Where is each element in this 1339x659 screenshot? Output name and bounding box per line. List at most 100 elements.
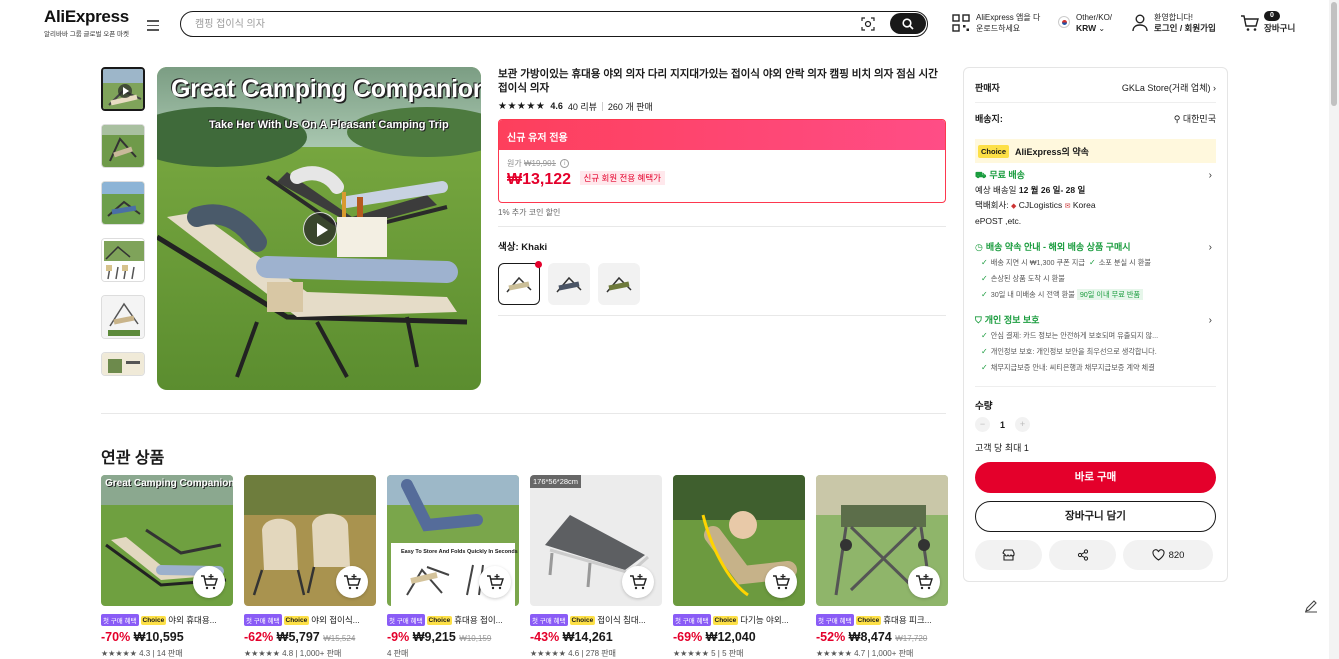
product-card-image[interactable] <box>244 475 376 606</box>
info-icon[interactable]: i <box>560 159 570 169</box>
privacy-2: 개인정보 보호: 개인정보 보안을 최우선으로 생각합니다. <box>990 347 1157 356</box>
choice-badge: Choice <box>978 144 1010 158</box>
thumbnail-video[interactable] <box>101 67 145 111</box>
courier3: ePOST ,etc. <box>975 216 1022 226</box>
store-button[interactable] <box>975 540 1042 570</box>
qr-code-icon <box>952 14 970 32</box>
discount: -70% <box>101 630 131 644</box>
wishlist-count: 820 <box>1168 549 1185 561</box>
user-icon <box>1132 14 1148 32</box>
free-shipping: 무료 배송 <box>989 170 1025 180</box>
thumbnail-5[interactable] <box>101 295 145 339</box>
quantity-label: 수량 <box>975 401 993 412</box>
choice-tag: Choice <box>712 615 739 625</box>
add-to-cart-button[interactable] <box>336 566 368 598</box>
card-stars: ★★★★★ <box>530 649 566 658</box>
quantity-value[interactable]: 1 <box>1000 420 1005 430</box>
buy-now-button[interactable]: 바로 구매 <box>975 462 1216 493</box>
add-to-cart-button[interactable]: 장바구니 담기 <box>975 501 1216 532</box>
korea-post-icon: ✉ <box>1064 203 1071 210</box>
thumbnail-6[interactable] <box>101 352 145 376</box>
add-to-cart-button[interactable] <box>479 566 511 598</box>
delivery-guarantee[interactable]: ◷ 배송 약속 안내 - 해외 배송 상품 구매시 › ✓ 배송 지연 시 ₩1,3… <box>975 240 1216 303</box>
sold-count: 260 개 판매 <box>607 101 653 112</box>
selected-dot <box>535 261 542 268</box>
wishlist-button[interactable]: 820 <box>1123 540 1213 570</box>
product-card-image[interactable]: Great Camping Companion <box>101 475 233 606</box>
cart-plus-icon <box>201 574 218 590</box>
product-card-image[interactable] <box>673 475 805 606</box>
check-icon: ✓ <box>981 274 988 283</box>
product-card-image[interactable] <box>816 475 948 606</box>
thumbnail-4[interactable] <box>101 238 145 282</box>
seller-row[interactable]: 판매자 GKLa Store(거래 업체) › <box>975 81 1216 94</box>
main-product-image[interactable]: Great Camping Companion Take Her With Us… <box>157 67 481 390</box>
product-title: 보관 가방이있는 휴대용 야외 의자 다리 지지대가있는 접이식 야외 안락 의… <box>498 68 938 94</box>
add-to-cart-button[interactable] <box>193 566 225 598</box>
check-icon: ✓ <box>1088 258 1096 267</box>
product-card-image[interactable]: Easy To Store And Folds Quickly In Secon… <box>387 475 519 606</box>
first-purchase-tag: 첫 구매 혜택 <box>387 614 425 626</box>
swatch-khaki[interactable] <box>498 261 542 305</box>
guarantee-4: 30일 내 미배송 시 전액 환불 <box>990 290 1075 299</box>
menu-icon[interactable] <box>145 17 161 33</box>
search-button[interactable] <box>890 13 926 34</box>
product-card-image[interactable]: 176*56*28cm <box>530 475 662 606</box>
cart-plus-icon <box>344 574 361 590</box>
rating-score: 4.6 <box>550 101 563 111</box>
add-to-cart-button[interactable] <box>908 566 940 598</box>
divider <box>498 315 946 316</box>
product-card[interactable]: Great Camping Companion 첫 구매 혜택 Choice 야외 … <box>101 475 233 659</box>
first-purchase-tag: 첫 구매 혜택 <box>244 614 282 626</box>
image-search-icon[interactable] <box>861 17 875 31</box>
choice-tag: Choice <box>426 615 453 625</box>
increase-button[interactable]: + <box>1015 417 1031 432</box>
swatch-3[interactable] <box>598 263 640 305</box>
first-purchase-tag: 첫 구매 혜택 <box>816 614 854 626</box>
card-rating: 5 | 5 판매 <box>711 649 744 658</box>
shipping-section[interactable]: ⛟ 무료 배송 › 예상 배송일 12 월 26 일- 28 일 택배회사: ◆ … <box>975 168 1216 229</box>
product-card[interactable]: 첫 구매 혜택 Choice 야외 접이식... -62% ₩5,797 ₩15,5… <box>244 475 376 659</box>
product-card[interactable]: 첫 구매 혜택 Choice 다기능 야외... -69% ₩12,040 ★★★★… <box>673 475 805 659</box>
cart-plus-icon <box>773 574 790 590</box>
promise-title: AliExpress의 약속 <box>1015 146 1089 157</box>
orig-price: ₩17,720 <box>895 634 928 643</box>
scrollbar-thumb[interactable] <box>1331 2 1337 106</box>
korea-flag-icon <box>1058 16 1070 28</box>
add-to-cart-button[interactable] <box>765 566 797 598</box>
review-count[interactable]: 40 리뷰 <box>568 100 597 113</box>
aliexpress-logo[interactable]: AliExpress 알리바바 그룹 글로벌 오픈 마켓 <box>44 8 134 39</box>
chevron-right-icon: › <box>1208 315 1212 326</box>
share-button[interactable] <box>1049 540 1116 570</box>
edit-icon[interactable] <box>1303 598 1319 614</box>
add-to-cart-button[interactable] <box>622 566 654 598</box>
cart-icon <box>1241 15 1259 31</box>
thumbnail-3[interactable] <box>101 181 145 225</box>
scrollbar[interactable] <box>1329 0 1339 659</box>
discount: -62% <box>244 630 274 644</box>
card-image-caption: Easy To Store And Folds Quickly In Secon… <box>401 549 518 555</box>
quantity-stepper: − 1 + <box>975 417 1031 432</box>
search-input[interactable] <box>195 16 835 32</box>
card-stars: ★★★★★ <box>101 649 137 658</box>
product-card[interactable]: 176*56*28cm 첫 구매 혜택 Choice 접이식 침대... -43% … <box>530 475 662 659</box>
locale-line1: Other/KO/ <box>1076 13 1113 22</box>
color-label: 색상: Khaki <box>498 242 548 253</box>
eta-label: 예상 배송일 <box>975 185 1017 195</box>
promo-banner: 신규 유저 전용 <box>499 120 945 150</box>
ship-to-row[interactable]: 배송지: ⚲ 대한민국 <box>975 112 1216 125</box>
play-video-button[interactable] <box>303 212 337 246</box>
chevron-right-icon: › <box>1208 242 1212 253</box>
ship-to-country: 대한민국 <box>1182 114 1216 124</box>
privacy-section[interactable]: ⛉ 개인 정보 보호 › ✓ 안심 결제: 카드 정보는 안전하게 보호되며 유출되… <box>975 313 1216 376</box>
divider <box>498 226 946 227</box>
swatch-2[interactable] <box>548 263 590 305</box>
choice-tag: Choice <box>855 615 882 625</box>
product-card[interactable]: 첫 구매 혜택 Choice 휴대용 피크... -52% ₩8,474 ₩17,7… <box>816 475 948 659</box>
card-rating: 4.8 | 1,000+ 판매 <box>282 649 342 658</box>
decrease-button[interactable]: − <box>975 417 990 432</box>
seller-label: 판매자 <box>975 83 1000 93</box>
thumbnail-2[interactable] <box>101 124 145 168</box>
product-card[interactable]: Easy To Store And Folds Quickly In Secon… <box>387 475 519 659</box>
login-link[interactable]: 로그인 / 회원가입 <box>1154 23 1216 33</box>
